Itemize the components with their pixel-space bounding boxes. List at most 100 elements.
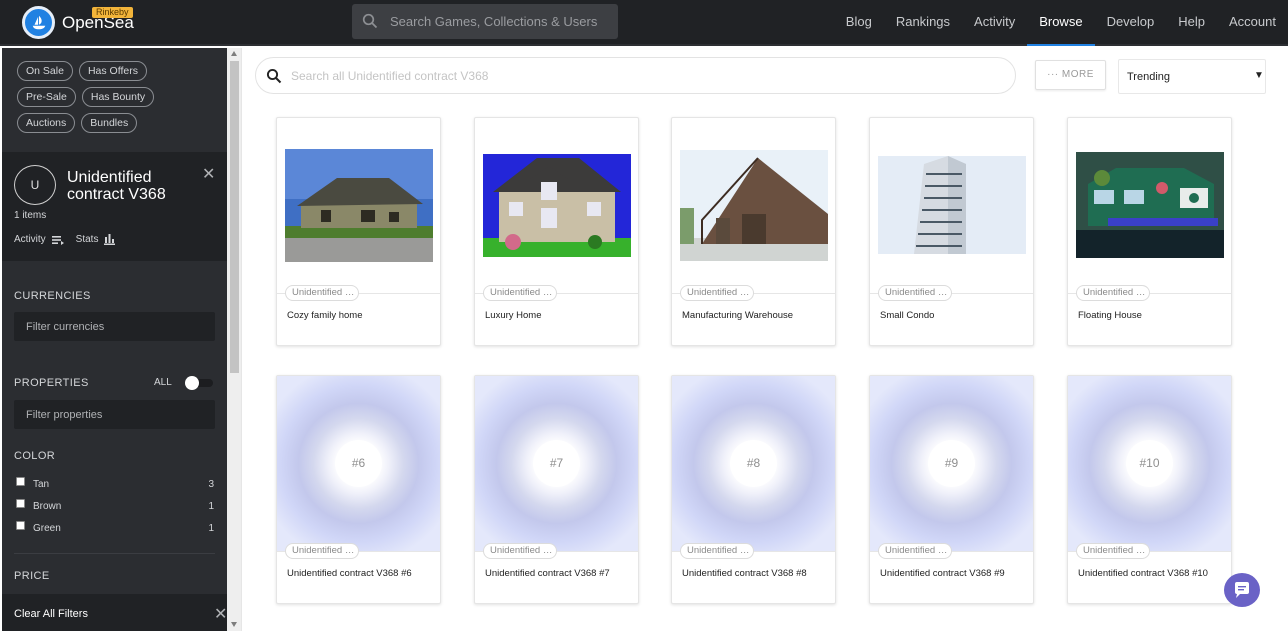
- collection-links: Activity Stats: [14, 234, 116, 245]
- checkbox[interactable]: [16, 477, 25, 486]
- chip-auctions[interactable]: Auctions: [17, 113, 76, 133]
- collection-pill[interactable]: Unidentified contract V368: [680, 543, 754, 559]
- asset-title: Manufacturing Warehouse: [682, 310, 794, 321]
- token-number: #9: [928, 440, 975, 487]
- scroll-up-arrow-icon[interactable]: [231, 51, 237, 56]
- activity-link[interactable]: Activity: [14, 234, 64, 245]
- asset-image: [672, 118, 835, 293]
- stats-link[interactable]: Stats: [76, 234, 116, 245]
- condo-photo: [878, 156, 1026, 254]
- nav-link-help[interactable]: Help: [1166, 0, 1217, 46]
- nav-link-account[interactable]: Account: [1217, 0, 1288, 46]
- color-option-tan[interactable]: Tan 3: [14, 477, 214, 491]
- house-photo: [483, 154, 631, 257]
- collection-panel: U Unidentified contract V368 ✕ 1 items A…: [2, 152, 227, 261]
- collection-pill[interactable]: Unidentified contract V368: [878, 543, 952, 559]
- color-option-green[interactable]: Green 1: [14, 521, 214, 535]
- chip-pre-sale[interactable]: Pre-Sale: [17, 87, 76, 107]
- asset-title: Luxury Home: [485, 310, 542, 321]
- nav-link-blog[interactable]: Blog: [834, 0, 884, 46]
- currencies-filter-input[interactable]: [14, 312, 215, 341]
- top-nav: OpenSea Rinkeby Blog Rankings Activity B…: [0, 0, 1288, 46]
- collection-pill[interactable]: Unidentified contract V368: [483, 543, 557, 559]
- scrollbar-thumb[interactable]: [230, 61, 239, 373]
- color-option-count: 1: [208, 501, 214, 512]
- asset-image-placeholder: #9: [870, 376, 1033, 551]
- close-icon[interactable]: ✕: [214, 604, 227, 624]
- collection-pill[interactable]: Unidentified contract V368: [285, 285, 359, 301]
- chip-bundles[interactable]: Bundles: [81, 113, 138, 133]
- collection-search-input[interactable]: [291, 58, 991, 93]
- global-search[interactable]: [352, 4, 618, 39]
- stats-link-label: Stats: [75, 234, 99, 245]
- asset-image-placeholder: #10: [1068, 376, 1231, 551]
- properties-all-toggle[interactable]: [185, 376, 213, 390]
- collection-search[interactable]: [255, 57, 1016, 94]
- asset-card[interactable]: #7 Unidentified contract V368 Unidentifi…: [474, 375, 639, 604]
- asset-card[interactable]: #10 Unidentified contract V368 Unidentif…: [1067, 375, 1232, 604]
- asset-image: [870, 118, 1033, 293]
- clear-filters-bar[interactable]: Clear All Filters ✕: [2, 594, 227, 631]
- collection-pill[interactable]: Unidentified contract V368: [285, 543, 359, 559]
- asset-title: Unidentified contract V368 #10: [1078, 568, 1208, 579]
- nav-links: Blog Rankings Activity Browse Develop He…: [834, 0, 1288, 46]
- nav-link-browse[interactable]: Browse: [1027, 0, 1095, 46]
- collection-pill[interactable]: Unidentified contract V368: [680, 285, 754, 301]
- asset-card[interactable]: Unidentified contract V368 Manufacturing…: [671, 117, 836, 346]
- asset-title: Unidentified contract V368 #7: [485, 568, 610, 579]
- house-photo: [285, 149, 433, 262]
- collection-pill[interactable]: Unidentified contract V368: [878, 285, 952, 301]
- collection-avatar[interactable]: U: [14, 165, 56, 205]
- color-title: COLOR: [14, 450, 56, 462]
- asset-card[interactable]: Unidentified contract V368 Cozy family h…: [276, 117, 441, 346]
- properties-all-label: ALL: [154, 377, 172, 388]
- asset-title: Unidentified contract V368 #9: [880, 568, 1005, 579]
- network-badge: Rinkeby: [92, 7, 133, 18]
- collection-pill[interactable]: Unidentified contract V368: [1076, 285, 1150, 301]
- asset-title: Unidentified contract V368 #6: [287, 568, 412, 579]
- collection-name[interactable]: Unidentified contract V368: [67, 169, 187, 203]
- chip-has-offers[interactable]: Has Offers: [78, 61, 147, 81]
- collection-pill[interactable]: Unidentified contract V368: [1076, 543, 1150, 559]
- currencies-title: CURRENCIES: [14, 290, 91, 302]
- bar-chart-icon: [104, 234, 116, 245]
- asset-card[interactable]: #8 Unidentified contract V368 Unidentifi…: [671, 375, 836, 604]
- token-number: #7: [533, 440, 580, 487]
- color-option-brown[interactable]: Brown 1: [14, 499, 214, 513]
- color-option-label: Green: [33, 523, 61, 534]
- nav-link-activity[interactable]: Activity: [962, 0, 1027, 46]
- collection-pill[interactable]: Unidentified contract V368: [483, 285, 557, 301]
- asset-image-placeholder: #6: [277, 376, 440, 551]
- nav-link-rankings[interactable]: Rankings: [884, 0, 962, 46]
- properties-filter-input[interactable]: [14, 400, 215, 429]
- checkbox[interactable]: [16, 499, 25, 508]
- global-search-input[interactable]: [390, 4, 610, 39]
- color-option-count: 1: [208, 523, 214, 534]
- asset-title: Floating House: [1078, 310, 1142, 321]
- checkbox[interactable]: [16, 521, 25, 530]
- asset-image: [1068, 118, 1231, 293]
- asset-card[interactable]: #6 Unidentified contract V368 Unidentifi…: [276, 375, 441, 604]
- token-number: #8: [730, 440, 777, 487]
- sort-dropdown[interactable]: Trending ▼: [1118, 59, 1266, 94]
- scroll-down-arrow-icon[interactable]: [231, 622, 237, 627]
- properties-title: PROPERTIES: [14, 377, 89, 389]
- clear-all-filters-label: Clear All Filters: [14, 608, 88, 620]
- color-option-label: Brown: [33, 501, 62, 512]
- asset-title: Small Condo: [880, 310, 935, 321]
- close-icon[interactable]: ✕: [202, 164, 215, 184]
- chip-on-sale[interactable]: On Sale: [17, 61, 73, 81]
- sidebar-scrollbar[interactable]: [227, 48, 241, 631]
- chat-bubble-icon[interactable]: [1224, 573, 1260, 607]
- asset-card[interactable]: Unidentified contract V368 Floating Hous…: [1067, 117, 1232, 346]
- asset-card[interactable]: Unidentified contract V368 Luxury Home: [474, 117, 639, 346]
- barn-photo: [680, 150, 828, 261]
- token-number: #6: [335, 440, 382, 487]
- nav-link-develop[interactable]: Develop: [1095, 0, 1167, 46]
- opensea-logo-icon[interactable]: [22, 6, 55, 39]
- asset-card[interactable]: Unidentified contract V368 Small Condo: [869, 117, 1034, 346]
- more-button[interactable]: ··· MORE: [1035, 60, 1106, 90]
- asset-card[interactable]: #9 Unidentified contract V368 Unidentifi…: [869, 375, 1034, 604]
- chip-has-bounty[interactable]: Has Bounty: [81, 87, 155, 107]
- chevron-down-icon: ▼: [1254, 70, 1264, 81]
